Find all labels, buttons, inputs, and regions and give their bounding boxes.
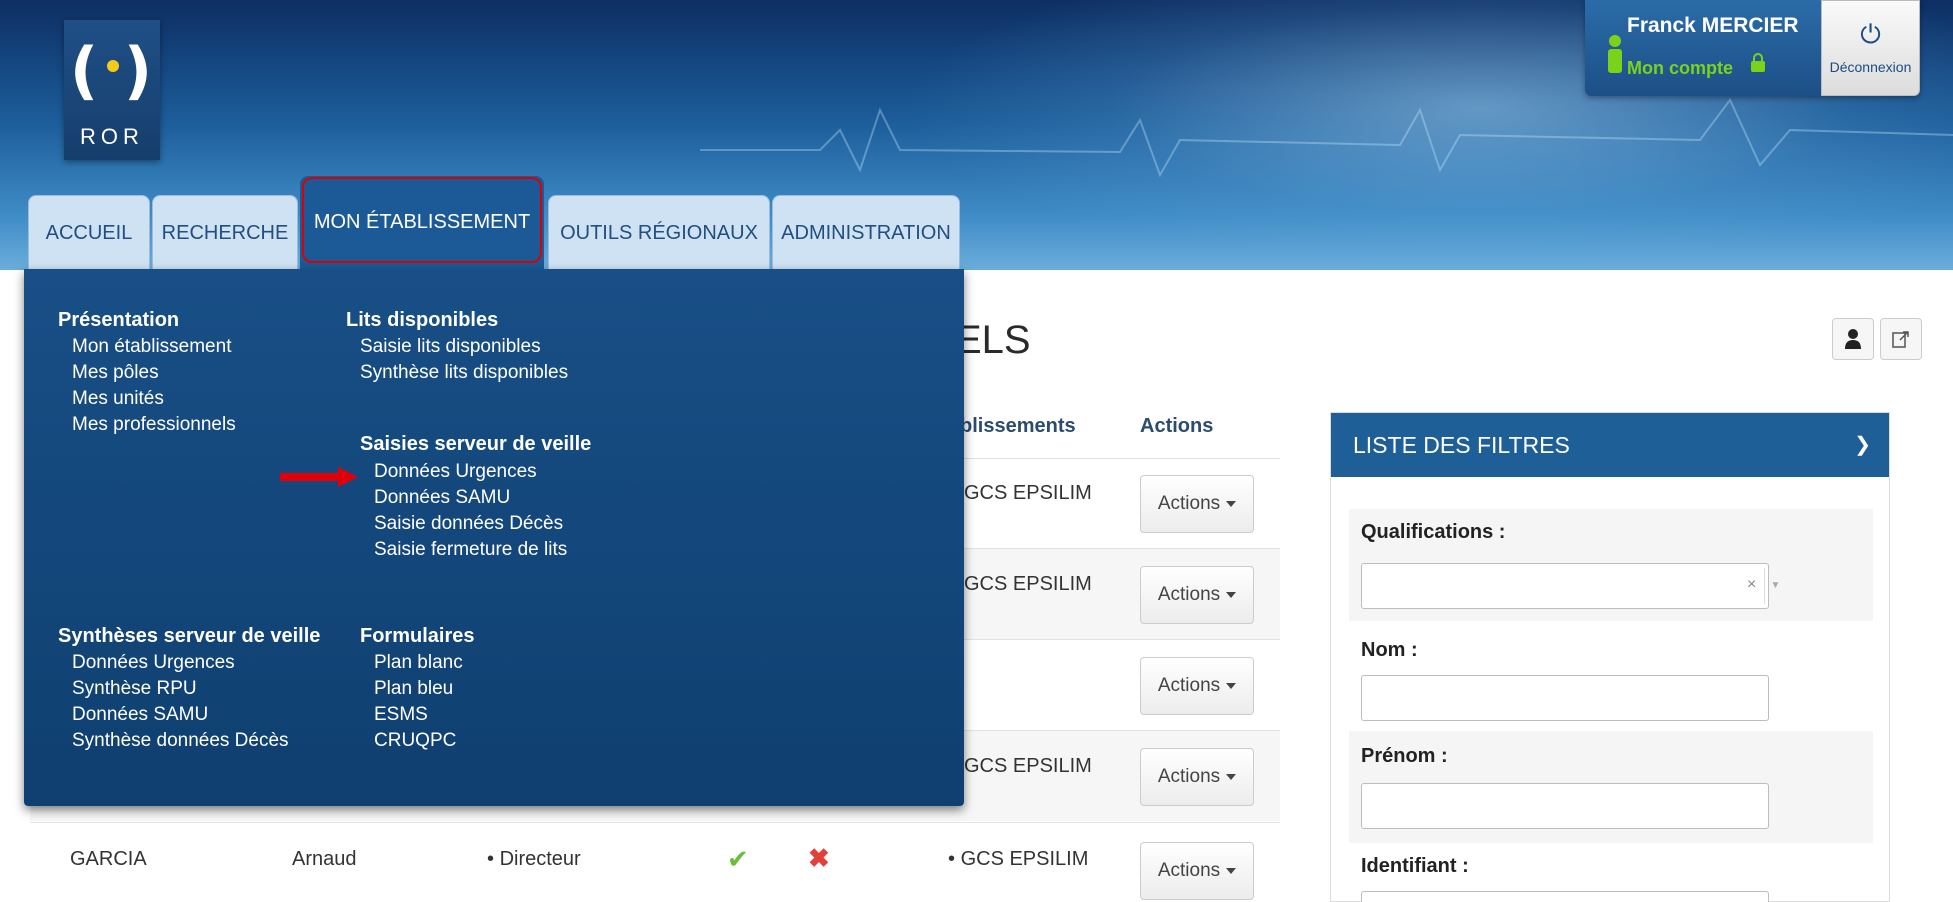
prenom-label: Prénom : — [1361, 745, 1448, 767]
col-header-actions: Actions — [1140, 415, 1214, 437]
menu-item-synthese-rpu[interactable]: Synthèse RPU — [72, 678, 197, 700]
qualifications-label: Qualifications : — [1361, 521, 1506, 543]
chevron-down-icon[interactable]: ❯ — [1854, 413, 1871, 477]
caret-down-icon — [1226, 867, 1237, 874]
menu-item-mes-professionnels[interactable]: Mes professionnels — [72, 414, 236, 436]
identifiant-input[interactable] — [1361, 891, 1769, 902]
menu-item-saisie-donnees-deces[interactable]: Saisie données Décès — [374, 513, 563, 535]
cell-etablissement: GCS EPSILIM — [964, 482, 1092, 504]
filter-panel-title: LISTE DES FILTRES — [1353, 432, 1570, 458]
filter-panel: LISTE DES FILTRES ❯ Qualifications : × ▼… — [1330, 412, 1890, 902]
menu-item-synthese-deces[interactable]: Synthèse données Décès — [72, 730, 289, 752]
ror-logo[interactable]: ( ) ROR — [64, 20, 160, 160]
highlight-annotation — [302, 177, 542, 263]
cell-etablissement: GCS EPSILIM — [964, 755, 1092, 777]
mon-etablissement-dropdown: Présentation Mon établissement Mes pôles… — [24, 269, 964, 806]
identifiant-label: Identifiant : — [1361, 855, 1469, 877]
tab-administration[interactable]: ADMINISTRATION — [772, 195, 960, 269]
menu-item-mon-etablissement[interactable]: Mon établissement — [72, 336, 231, 358]
row-divider — [30, 822, 1280, 823]
actions-button[interactable]: Actions — [1140, 475, 1254, 533]
logo-text: ROR — [80, 124, 144, 149]
caret-down-icon — [1226, 591, 1237, 598]
clear-icon[interactable]: × — [1747, 576, 1756, 594]
caret-down-icon — [1226, 773, 1237, 780]
menu-item-saisie-fermeture-lits[interactable]: Saisie fermeture de lits — [374, 539, 567, 561]
nom-input[interactable] — [1361, 675, 1769, 721]
menu-item-plan-blanc[interactable]: Plan blanc — [374, 652, 463, 674]
export-icon[interactable] — [1880, 318, 1922, 360]
user-icon — [1605, 34, 1625, 76]
prenom-input[interactable] — [1361, 783, 1769, 829]
menu-item-esms[interactable]: ESMS — [374, 704, 428, 726]
logout-button[interactable]: ⏻ Déconnexion — [1821, 0, 1920, 96]
caret-down-icon — [1226, 682, 1237, 689]
red-arrow-annotation — [280, 467, 358, 487]
logout-label: Déconnexion — [1829, 59, 1912, 75]
cell-prenom: Arnaud — [292, 848, 357, 870]
my-account-link[interactable]: Mon compte — [1627, 58, 1733, 79]
menu-item-mes-poles[interactable]: Mes pôles — [72, 362, 159, 384]
menu-item-saisie-donnees-urgences[interactable]: Données Urgences — [374, 461, 537, 483]
lock-icon — [1751, 53, 1765, 72]
actions-button[interactable]: Actions — [1140, 842, 1254, 900]
power-icon: ⏻ — [1860, 19, 1881, 49]
person-icon[interactable] — [1832, 318, 1874, 360]
menu-item-saisie-lits[interactable]: Saisie lits disponibles — [360, 336, 541, 358]
menu-heading-lits-disponibles: Lits disponibles — [346, 309, 499, 331]
menu-heading-presentation: Présentation — [58, 309, 180, 331]
logo-dot — [107, 60, 119, 72]
page-title: ELS — [955, 318, 1031, 362]
menu-item-synth-donnees-samu[interactable]: Données SAMU — [72, 704, 208, 726]
menu-item-cruqpc[interactable]: CRUQPC — [374, 730, 456, 752]
tab-accueil[interactable]: ACCUEIL — [28, 195, 150, 269]
select-arrow-icon[interactable]: ▼ — [1764, 568, 1786, 604]
caret-down-icon — [1226, 500, 1237, 507]
user-name: Franck MERCIER — [1627, 14, 1799, 37]
menu-item-synthese-lits[interactable]: Synthèse lits disponibles — [360, 362, 568, 384]
menu-heading-saisies-veille: Saisies serveur de veille — [360, 433, 592, 455]
actions-button[interactable]: Actions — [1140, 566, 1254, 624]
cell-fonction: • Directeur — [487, 848, 581, 870]
menu-item-plan-bleu[interactable]: Plan bleu — [374, 678, 453, 700]
menu-item-synth-donnees-urgences[interactable]: Données Urgences — [72, 652, 235, 674]
heartbeat-decoration — [700, 98, 1953, 178]
check-icon: ✔ — [727, 844, 749, 874]
tab-recherche[interactable]: RECHERCHE — [152, 195, 298, 269]
menu-item-saisie-donnees-samu[interactable]: Données SAMU — [374, 487, 510, 509]
user-box: Franck MERCIER Mon compte ⏻ Déconnexion — [1585, 0, 1920, 96]
actions-button[interactable]: Actions — [1140, 748, 1254, 806]
qualifications-select[interactable]: × ▼ — [1361, 563, 1780, 609]
actions-button[interactable]: Actions — [1140, 657, 1254, 715]
nom-label: Nom : — [1361, 639, 1418, 661]
cell-nom: GARCIA — [70, 848, 147, 870]
cross-icon: ✖ — [808, 843, 830, 873]
col-header-etablissements[interactable]: blissements — [960, 415, 1076, 438]
tab-outils-regionaux[interactable]: OUTILS RÉGIONAUX — [548, 195, 770, 269]
menu-item-mes-unites[interactable]: Mes unités — [72, 388, 164, 410]
menu-heading-syntheses-veille: Synthèses serveur de veille — [58, 625, 321, 647]
filter-panel-header[interactable]: LISTE DES FILTRES ❯ — [1331, 413, 1889, 477]
menu-heading-formulaires: Formulaires — [360, 625, 475, 647]
cell-etablissement: • GCS EPSILIM — [948, 848, 1089, 870]
cell-etablissement: GCS EPSILIM — [964, 573, 1092, 595]
